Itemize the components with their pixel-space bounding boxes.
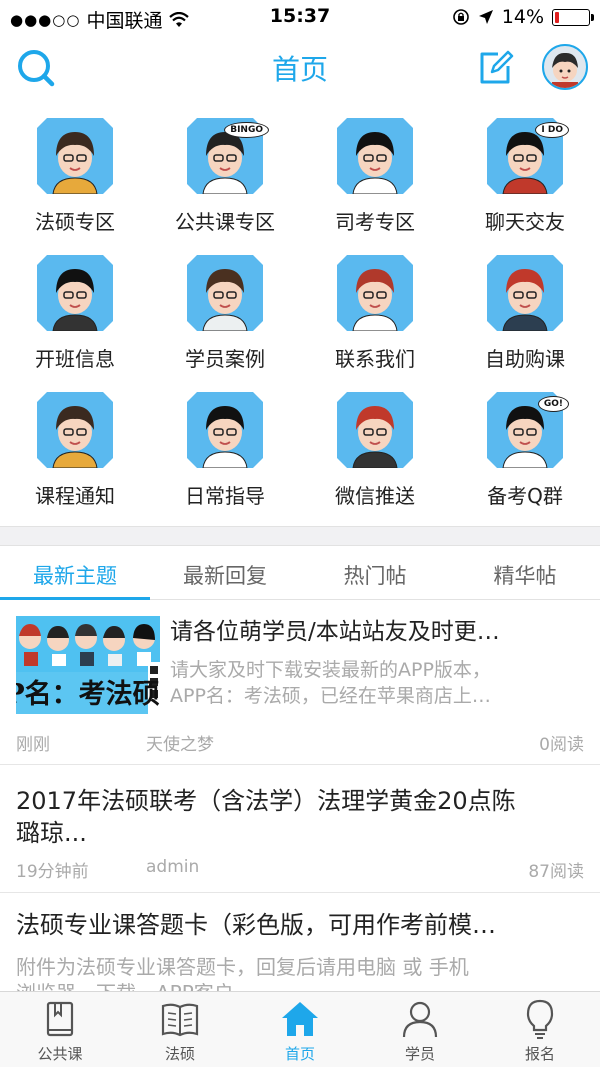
cartoon-avatar-icon (337, 392, 413, 469)
battery-level (555, 11, 560, 23)
cartoon-avatar-icon (487, 255, 563, 332)
bottom-tab-bar: 公共课 法硕 首页 学员 报名 (0, 991, 600, 1067)
category-grid: 法硕专区 BINGO 公共课专区 司考专区 I DO 聊天交友开班信息 学员案例 联系我们 自助… (0, 112, 600, 522)
tab-0[interactable]: 最新主题 (0, 546, 150, 600)
cartoon-avatar-icon: GO! (487, 392, 569, 469)
grid-item[interactable]: 学员案例 (150, 249, 300, 386)
post-summary-line: APP名：考法硕，已经在苹果商店上… (170, 685, 491, 707)
location-icon (478, 10, 493, 24)
grid-item-label: 自助购课 (485, 347, 565, 371)
tabbar-item-2[interactable]: 首页 (240, 992, 360, 1067)
cartoon-avatar-icon (37, 392, 113, 469)
grid-item[interactable]: 法硕专区 (0, 112, 150, 249)
grid-item[interactable]: 微信推送 (300, 386, 450, 523)
post-author[interactable]: admin (146, 857, 199, 877)
cartoon-avatar-icon: BINGO (187, 118, 269, 195)
post-summary-line: 附件为法硕专业课答题卡，回复后请用电脑 或 手机 (16, 955, 469, 979)
tab-3[interactable]: 精华帖 (450, 546, 600, 599)
tabbar-item-label: 首页 (284, 1045, 315, 1063)
grid-item-label: 备考Q群 (487, 484, 563, 508)
section-divider (0, 526, 600, 546)
post-title: 请各位萌学员/本站站友及时更… (170, 619, 500, 645)
grid-item-label: 联系我们 (335, 347, 415, 371)
battery-percent: 14% (501, 6, 544, 28)
rotation-lock-icon (452, 9, 469, 25)
tabbar-item-3[interactable]: 学员 (360, 992, 480, 1067)
cartoon-avatar-icon (337, 255, 413, 332)
lightbulb-icon (519, 998, 561, 1040)
grid-item[interactable]: 日常指导 (150, 386, 300, 523)
tabbar-item-label: 报名 (524, 1045, 555, 1063)
post-title-continued: 璐琼... (16, 819, 87, 847)
cartoon-avatar-icon (187, 392, 263, 469)
post-summary-line: 请大家及时下载安装最新的APP版本， (170, 659, 491, 681)
cartoon-avatar-icon (187, 255, 263, 332)
post-title: 2017年法硕联考（含法学）法理学黄金20点陈 (16, 787, 516, 815)
tabbar-item-0[interactable]: 公共课 (0, 992, 120, 1067)
cartoon-avatar-icon: I DO (487, 118, 569, 195)
post-time: 19分钟前 (16, 862, 89, 882)
compose-button[interactable] (474, 46, 518, 90)
speech-bubble: BINGO (224, 122, 269, 138)
thumbnail-caption: P名：考法硕 (16, 679, 160, 710)
cartoon-avatar-icon (337, 118, 413, 195)
tabbar-item-1[interactable]: 法硕 (120, 992, 240, 1067)
grid-item-label: 日常指导 (185, 484, 265, 508)
battery-icon (552, 8, 594, 26)
book-icon (39, 998, 81, 1040)
avatar-face-icon (552, 52, 578, 88)
speech-bubble: GO! (537, 396, 569, 412)
grid-item[interactable]: 自助购课 (450, 249, 600, 386)
tab-2[interactable]: 热门帖 (300, 546, 450, 599)
post-read-count: 0阅读 (539, 735, 584, 755)
user-avatar[interactable] (542, 44, 588, 90)
tabbar-item-label: 公共课 (37, 1045, 83, 1063)
grid-item-label: 法硕专区 (35, 210, 115, 234)
home-icon (279, 998, 321, 1040)
tabbar-item-4[interactable]: 报名 (480, 992, 600, 1067)
topic-tabs: 最新主题 最新回复 热门帖 精华帖 (0, 546, 600, 600)
person-icon (399, 998, 441, 1040)
post-read-count: 87阅读 (528, 862, 584, 882)
grid-item-label: 司考专区 (335, 210, 415, 234)
grid-item-label: 课程通知 (35, 484, 115, 508)
grid-item[interactable]: 司考专区 (300, 112, 450, 249)
post-title: 法硕专业课答题卡（彩色版，可用作考前模… (16, 911, 496, 939)
grid-item[interactable]: I DO 聊天交友 (450, 112, 600, 249)
edit-icon (480, 50, 514, 84)
post-item[interactable]: P名：考法硕 请各位萌学员/本站站友及时更… 请大家及时下载安装最新的APP版本… (0, 600, 600, 765)
tabbar-item-label: 学员 (404, 1045, 435, 1063)
grid-item[interactable]: GO! 备考Q群 (450, 386, 600, 523)
grid-item-label: 公共课专区 (175, 210, 275, 234)
grid-item[interactable]: 开班信息 (0, 249, 150, 386)
tab-1[interactable]: 最新回复 (150, 546, 300, 599)
grid-item-label: 微信推送 (335, 484, 415, 508)
grid-item-label: 学员案例 (185, 347, 265, 371)
grid-item-label: 开班信息 (35, 347, 115, 371)
navigation-bar: 首页 (0, 34, 600, 100)
post-thumbnail: P名：考法硕 (16, 616, 160, 720)
tabbar-item-label: 法硕 (164, 1045, 195, 1063)
post-item[interactable]: 法硕专业课答题卡（彩色版，可用作考前模… 附件为法硕专业课答题卡，回复后请用电脑… (0, 893, 600, 1005)
cartoon-avatar-icon (37, 118, 113, 195)
grid-item[interactable]: BINGO 公共课专区 (150, 112, 300, 249)
cartoon-avatar-icon (37, 255, 113, 332)
post-author[interactable]: 天使之梦 (146, 730, 214, 755)
open-book-icon (159, 998, 201, 1040)
grid-item-label: 聊天交友 (485, 210, 565, 234)
post-item[interactable]: 2017年法硕联考（含法学）法理学黄金20点陈 璐琼... 19分钟前 admi… (0, 765, 600, 893)
grid-item[interactable]: 课程通知 (0, 386, 150, 523)
status-bar: ●●●○○ 中国联通 15:37 14% (0, 0, 600, 34)
grid-item[interactable]: 联系我们 (300, 249, 450, 386)
post-time: 刚刚 (16, 735, 50, 755)
speech-bubble: I DO (535, 122, 569, 138)
